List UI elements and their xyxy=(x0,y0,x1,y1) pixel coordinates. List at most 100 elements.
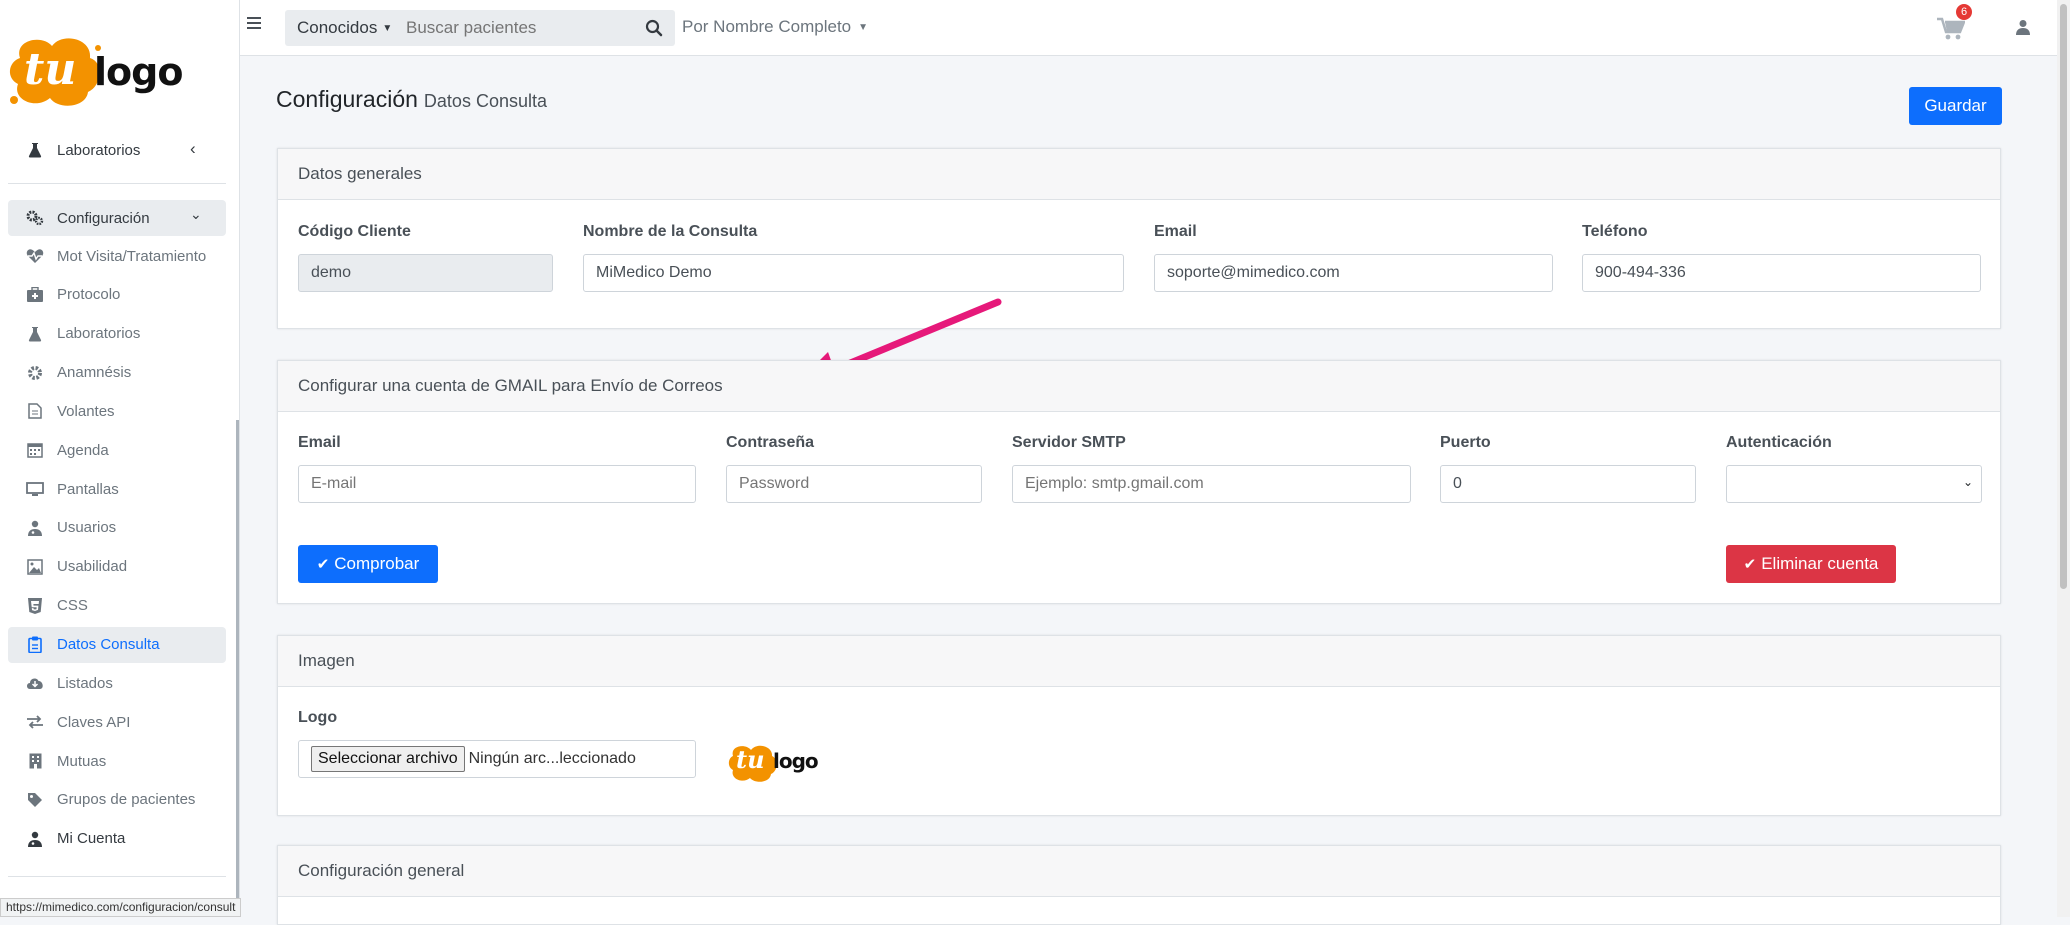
sidebar-item-label: Mi Cuenta xyxy=(57,830,126,848)
clipboard-icon xyxy=(25,636,45,654)
sidebar-item-mi-cuenta[interactable]: Mi Cuenta xyxy=(8,821,226,857)
port-input[interactable]: 0 xyxy=(1440,465,1696,503)
sidebar-item-usuarios[interactable]: Usuarios xyxy=(8,510,226,546)
shopping-cart-icon[interactable] xyxy=(1937,17,1966,46)
medkit-icon xyxy=(25,286,45,304)
sidebar-item-label: Pantallas xyxy=(57,480,119,498)
brand-logo[interactable]: tu logo xyxy=(6,28,221,110)
email-label: Email xyxy=(1154,223,1197,240)
search-icon[interactable] xyxy=(645,19,663,42)
auth-select[interactable]: ⌄ xyxy=(1726,465,1982,503)
sidebar-section-configuracion[interactable]: Configuración ⌄ xyxy=(8,200,226,236)
search-group: Conocidos ▼ xyxy=(285,10,675,46)
flask-icon xyxy=(25,325,45,343)
sidebar-item-laboratorios-top[interactable]: Laboratorios ‹ xyxy=(8,132,226,168)
gmail-email-input[interactable] xyxy=(298,465,696,503)
file-select-button[interactable]: Seleccionar archivo xyxy=(311,746,465,772)
sidebar-item-anamnesis[interactable]: Anamnésis xyxy=(8,355,226,391)
auth-label: Autenticación xyxy=(1726,434,1832,451)
sidebar: tu logo Laboratorios ‹ Configuración ⌄ M… xyxy=(0,0,240,917)
check-icon: ✔ xyxy=(316,556,330,573)
sort-dropdown-label: Por Nombre Completo xyxy=(682,17,852,36)
sort-dropdown[interactable]: Por Nombre Completo ▼ xyxy=(682,17,868,37)
topbar: Conocidos ▼ Por Nombre Completo ▼ 6 xyxy=(240,0,2057,56)
logo-text-logo: logo xyxy=(94,50,183,94)
sidebar-item-css[interactable]: CSS xyxy=(8,588,226,624)
file-status-text: Ningún arc...leccionado xyxy=(468,750,636,767)
sidebar-scrollbar[interactable] xyxy=(236,420,239,900)
check-button[interactable]: ✔ Comprobar xyxy=(298,545,438,583)
email-field[interactable]: soporte@mimedico.com xyxy=(1154,254,1553,292)
tag-icon xyxy=(25,791,45,809)
user-icon xyxy=(25,830,45,848)
page-scrollbar-thumb[interactable] xyxy=(2060,4,2067,589)
sidebar-item-agenda[interactable]: Agenda xyxy=(8,432,226,468)
sidebar-item-label: Usabilidad xyxy=(57,558,128,576)
sidebar-item-claves-api[interactable]: Claves API xyxy=(8,704,226,740)
hamburger-menu-icon[interactable] xyxy=(247,16,263,30)
image-card: Imagen xyxy=(277,635,2001,816)
card-header: Imagen xyxy=(278,636,2000,687)
sidebar-divider xyxy=(8,183,226,184)
sidebar-item-usabilidad[interactable]: Usabilidad xyxy=(8,549,226,585)
monitor-icon xyxy=(25,480,45,498)
sidebar-item-label: Mot Visita/Tratamiento xyxy=(57,247,207,265)
sidebar-item-label: Laboratorios xyxy=(57,141,141,159)
sidebar-item-label: Mutuas xyxy=(57,752,107,770)
general-data-card: Datos generales xyxy=(277,148,2001,329)
sidebar-item-laboratorios[interactable]: Laboratorios xyxy=(8,316,226,352)
image-icon xyxy=(25,558,45,576)
sidebar-item-label: Agenda xyxy=(57,441,109,459)
user-md-icon xyxy=(25,519,45,537)
patient-search-input[interactable] xyxy=(400,10,630,46)
delete-account-button[interactable]: ✔ Eliminar cuenta xyxy=(1726,545,1896,583)
chevron-down-icon: ⌄ xyxy=(190,206,202,222)
sidebar-item-pantallas[interactable]: Pantallas xyxy=(8,471,226,507)
general-config-card: Configuración general xyxy=(277,845,2001,925)
sidebar-item-label: CSS xyxy=(57,597,88,615)
calendar-icon xyxy=(25,441,45,459)
page-title: Configuración xyxy=(276,86,418,112)
consulta-name-field[interactable]: MiMedico Demo xyxy=(583,254,1124,292)
page-title-group: Configuración Datos Consulta xyxy=(276,86,547,113)
save-button[interactable]: Guardar xyxy=(1909,87,2002,125)
logo-file-input[interactable]: Seleccionar archivo Ningún arc...leccion… xyxy=(298,740,696,778)
heartbeat-icon xyxy=(25,247,45,265)
sidebar-item-datos-consulta[interactable]: Datos Consulta xyxy=(8,626,226,663)
card-header: Configurar una cuenta de GMAIL para Enví… xyxy=(278,361,2000,412)
sidebar-item-label: Claves API xyxy=(57,713,131,731)
sidebar-item-listados[interactable]: Listados xyxy=(8,665,226,701)
sidebar-item-mot-visita-tratamiento[interactable]: Mot Visita/Tratamiento xyxy=(8,238,226,274)
sidebar-item-label: Laboratorios xyxy=(57,325,141,343)
sidebar-item-label: Grupos de pacientes xyxy=(57,791,196,809)
gears-icon xyxy=(25,209,45,227)
gmail-password-input[interactable] xyxy=(726,465,982,503)
gear-icon xyxy=(25,364,45,382)
sidebar-item-label: Datos Consulta xyxy=(57,636,160,653)
sidebar-item-mutuas[interactable]: Mutuas xyxy=(8,743,226,779)
phone-field[interactable]: 900-494-336 xyxy=(1582,254,1981,292)
filter-dropdown-label: Conocidos xyxy=(297,18,378,37)
check-button-label: Comprobar xyxy=(334,554,420,573)
flask-icon xyxy=(25,141,45,159)
sidebar-item-label: Listados xyxy=(57,674,113,692)
sidebar-item-label: Anamnésis xyxy=(57,364,132,382)
consulta-name-label: Nombre de la Consulta xyxy=(583,223,758,240)
page-subtitle: Datos Consulta xyxy=(423,91,547,111)
chevron-down-icon: ⌄ xyxy=(1962,475,1973,489)
sidebar-item-protocolo[interactable]: Protocolo xyxy=(8,277,226,313)
gmail-email-label: Email xyxy=(298,434,341,451)
status-url-bar: https://mimedico.com/configuracion/consu… xyxy=(0,898,241,917)
client-code-label: Código Cliente xyxy=(298,223,411,240)
filter-dropdown[interactable]: Conocidos ▼ xyxy=(285,10,400,46)
sidebar-item-grupos-de-pacientes[interactable]: Grupos de pacientes xyxy=(8,782,226,818)
sidebar-item-volantes[interactable]: Volantes xyxy=(8,393,226,429)
smtp-server-input[interactable] xyxy=(1012,465,1411,503)
user-icon[interactable] xyxy=(2016,19,2030,40)
logo-text-tu: tu xyxy=(24,44,77,95)
sidebar-divider xyxy=(8,876,226,877)
card-header: Datos generales xyxy=(278,149,2000,200)
check-icon: ✔ xyxy=(1743,556,1757,573)
caret-down-icon: ▼ xyxy=(858,21,869,33)
gmail-password-label: Contraseña xyxy=(726,434,815,451)
